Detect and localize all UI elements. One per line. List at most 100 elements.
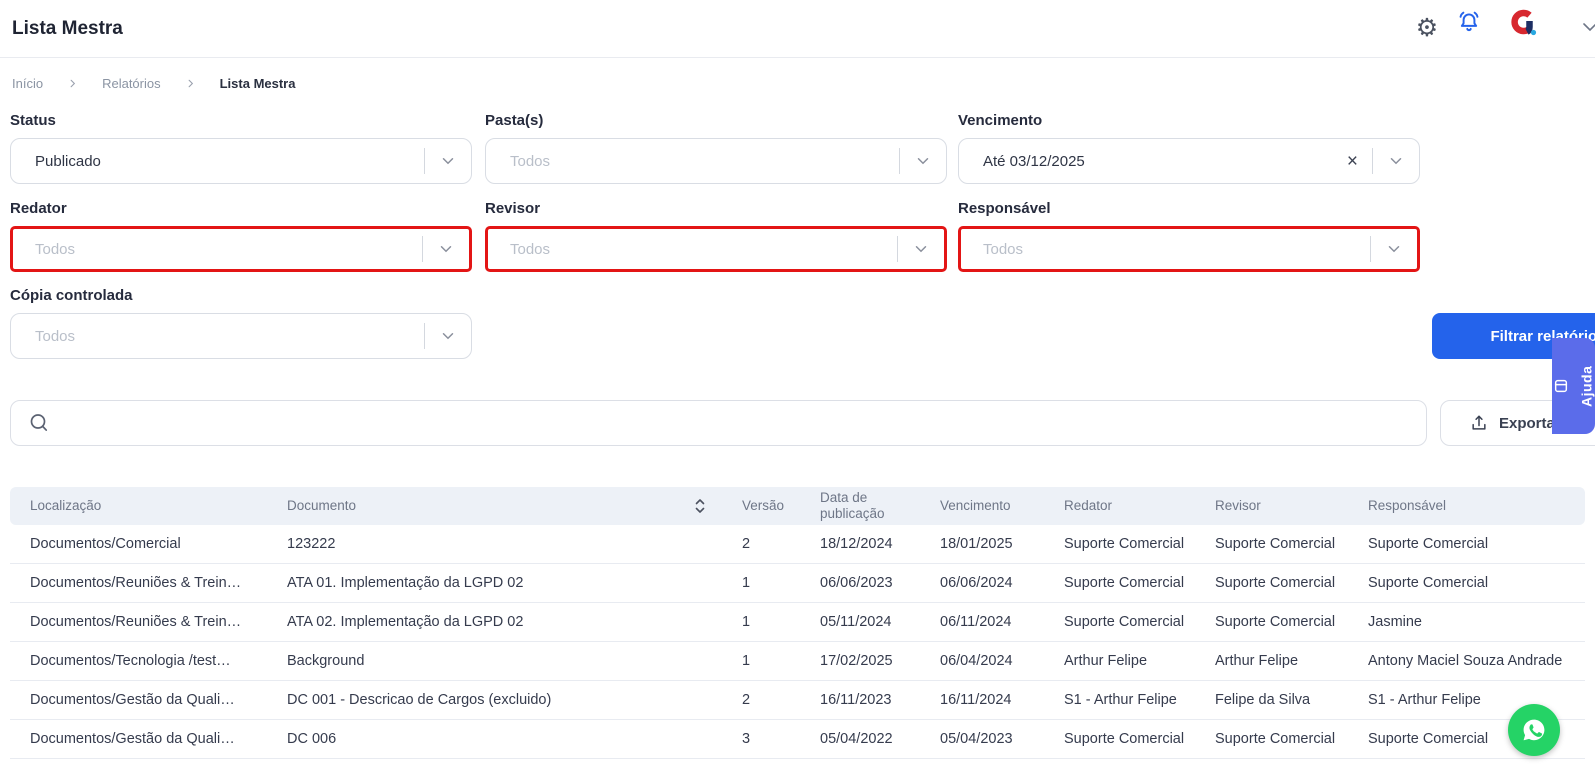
cell-localizacao: Documentos/Gestão da Quali… <box>10 680 267 720</box>
filter-redator: Redator Todos <box>10 200 472 272</box>
chevron-down-icon[interactable] <box>1578 14 1595 43</box>
table-row[interactable]: Documentos/Reuniões & Trein… ATA 01. Imp… <box>10 563 1585 603</box>
status-label: Status <box>10 112 56 129</box>
filter-pastas: Pasta(s) Todos <box>485 112 947 184</box>
breadcrumb: Início Relatórios Lista Mestra <box>12 76 295 91</box>
chevron-down-icon[interactable] <box>425 327 471 345</box>
book-icon <box>1554 377 1570 395</box>
breadcrumb-inicio[interactable]: Início <box>12 76 43 91</box>
cell-vencimento: 06/11/2024 <box>920 602 1044 642</box>
page-title: Lista Mestra <box>12 18 123 39</box>
cell-redator: Suporte Comercial <box>1044 563 1195 603</box>
cell-versao: 2 <box>722 680 800 720</box>
col-redator: Redator <box>1044 487 1195 525</box>
upload-icon <box>1472 415 1486 430</box>
col-revisor: Revisor <box>1195 487 1348 525</box>
cell-documento[interactable]: ATA 01. Implementação da LGPD 02 <box>267 563 722 603</box>
cell-redator: Arthur Felipe <box>1044 641 1195 681</box>
cell-redator: Suporte Comercial <box>1044 602 1195 642</box>
search-icon <box>30 414 48 431</box>
cell-localizacao: Documentos/Reuniões & Trein… <box>10 602 267 642</box>
cell-documento[interactable]: DC 006 <box>267 719 722 759</box>
cell-data-publicacao: 16/11/2023 <box>800 680 920 720</box>
cell-documento[interactable]: Background <box>267 641 722 681</box>
copia-select[interactable]: Todos <box>10 313 472 359</box>
col-versao: Versão <box>722 487 800 525</box>
cell-localizacao: Documentos/Tecnologia /test… <box>10 641 267 681</box>
cell-vencimento: 16/11/2024 <box>920 680 1044 720</box>
cell-redator: Suporte Comercial <box>1044 525 1195 564</box>
status-select[interactable]: Publicado <box>10 138 472 184</box>
table-row[interactable]: Documentos/Comercial 123222 2 18/12/2024… <box>10 525 1585 564</box>
cell-responsavel: Antony Maciel Souza Andrade <box>1348 641 1585 681</box>
chevron-down-icon[interactable] <box>898 240 944 258</box>
cell-localizacao: Documentos/Comercial <box>10 525 267 564</box>
cell-revisor: Suporte Comercial <box>1195 719 1348 759</box>
table-header-row: Localização Documento Versão Data de pub… <box>10 487 1585 525</box>
whatsapp-icon[interactable] <box>1508 704 1560 756</box>
help-tab[interactable]: Ajuda <box>1552 338 1595 434</box>
status-value: Publicado <box>35 152 101 170</box>
cell-revisor: Felipe da Silva <box>1195 680 1348 720</box>
cell-versao: 1 <box>722 563 800 603</box>
filter-revisor: Revisor Todos <box>485 200 947 272</box>
revisor-select[interactable]: Todos <box>485 226 947 272</box>
responsavel-select[interactable]: Todos <box>958 226 1420 272</box>
pastas-select[interactable]: Todos <box>485 138 947 184</box>
clear-icon[interactable]: × <box>1341 152 1372 171</box>
col-localizacao: Localização <box>10 487 267 525</box>
chevron-down-icon[interactable] <box>423 240 469 258</box>
breadcrumb-lista-mestra: Lista Mestra <box>219 76 296 91</box>
table-row[interactable]: Documentos/Tecnologia /test… Background … <box>10 641 1585 681</box>
chevron-down-icon[interactable] <box>1373 152 1419 170</box>
breadcrumb-relatorios[interactable]: Relatórios <box>102 76 161 91</box>
lista-mestra-page: Lista Mestra ⚙ Início Relatórios Lista M… <box>0 0 1595 773</box>
cell-versao: 3 <box>722 719 800 759</box>
vencimento-value: Até 03/12/2025 <box>983 152 1085 170</box>
filter-status: Status Publicado <box>10 112 472 184</box>
cell-revisor: Suporte Comercial <box>1195 563 1348 603</box>
app-logo[interactable] <box>1508 7 1538 42</box>
table-row[interactable]: Documentos/Gestão da Quali… DC 006 3 05/… <box>10 719 1585 759</box>
cell-data-publicacao: 06/06/2023 <box>800 563 920 603</box>
cell-versao: 1 <box>722 602 800 642</box>
top-bar: Lista Mestra ⚙ <box>0 0 1595 58</box>
gear-icon[interactable]: ⚙ <box>1413 8 1441 48</box>
revisor-label: Revisor <box>485 200 541 217</box>
cell-revisor: Suporte Comercial <box>1195 602 1348 642</box>
filter-vencimento: Vencimento Até 03/12/2025 × <box>958 112 1420 184</box>
cell-data-publicacao: 05/04/2022 <box>800 719 920 759</box>
table-row[interactable]: Documentos/Gestão da Quali… DC 001 - Des… <box>10 680 1585 720</box>
help-label: Ajuda <box>1578 365 1595 407</box>
chevron-down-icon[interactable] <box>1371 240 1417 258</box>
cell-revisor: Arthur Felipe <box>1195 641 1348 681</box>
col-vencimento: Vencimento <box>920 487 1044 525</box>
filter-responsavel: Responsável Todos <box>958 200 1420 272</box>
col-documento[interactable]: Documento <box>267 487 722 525</box>
cell-versao: 2 <box>722 525 800 564</box>
cell-vencimento: 18/01/2025 <box>920 525 1044 564</box>
bell-icon[interactable] <box>1456 9 1482 40</box>
redator-select[interactable]: Todos <box>10 226 472 272</box>
table-row[interactable]: Documentos/Reuniões & Trein… ATA 02. Imp… <box>10 602 1585 642</box>
sort-icon[interactable] <box>694 498 706 514</box>
cell-localizacao: Documentos/Gestão da Quali… <box>10 719 267 759</box>
cell-revisor: Suporte Comercial <box>1195 525 1348 564</box>
cell-documento[interactable]: 123222 <box>267 525 722 564</box>
cell-redator: S1 - Arthur Felipe <box>1044 680 1195 720</box>
chevron-down-icon[interactable] <box>425 152 471 170</box>
search-bar[interactable] <box>10 400 1427 446</box>
revisor-placeholder: Todos <box>510 240 551 258</box>
cell-documento[interactable]: ATA 02. Implementação da LGPD 02 <box>267 602 722 642</box>
cell-data-publicacao: 17/02/2025 <box>800 641 920 681</box>
cell-data-publicacao: 05/11/2024 <box>800 602 920 642</box>
cell-responsavel: Suporte Comercial <box>1348 525 1585 564</box>
redator-placeholder: Todos <box>35 240 76 258</box>
vencimento-select[interactable]: Até 03/12/2025 × <box>958 138 1420 184</box>
search-input[interactable] <box>61 402 1426 444</box>
copia-label: Cópia controlada <box>10 287 133 304</box>
cell-redator: Suporte Comercial <box>1044 719 1195 759</box>
documents-table: Localização Documento Versão Data de pub… <box>10 487 1585 759</box>
chevron-down-icon[interactable] <box>900 152 946 170</box>
cell-documento[interactable]: DC 001 - Descricao de Cargos (excluido) <box>267 680 722 720</box>
